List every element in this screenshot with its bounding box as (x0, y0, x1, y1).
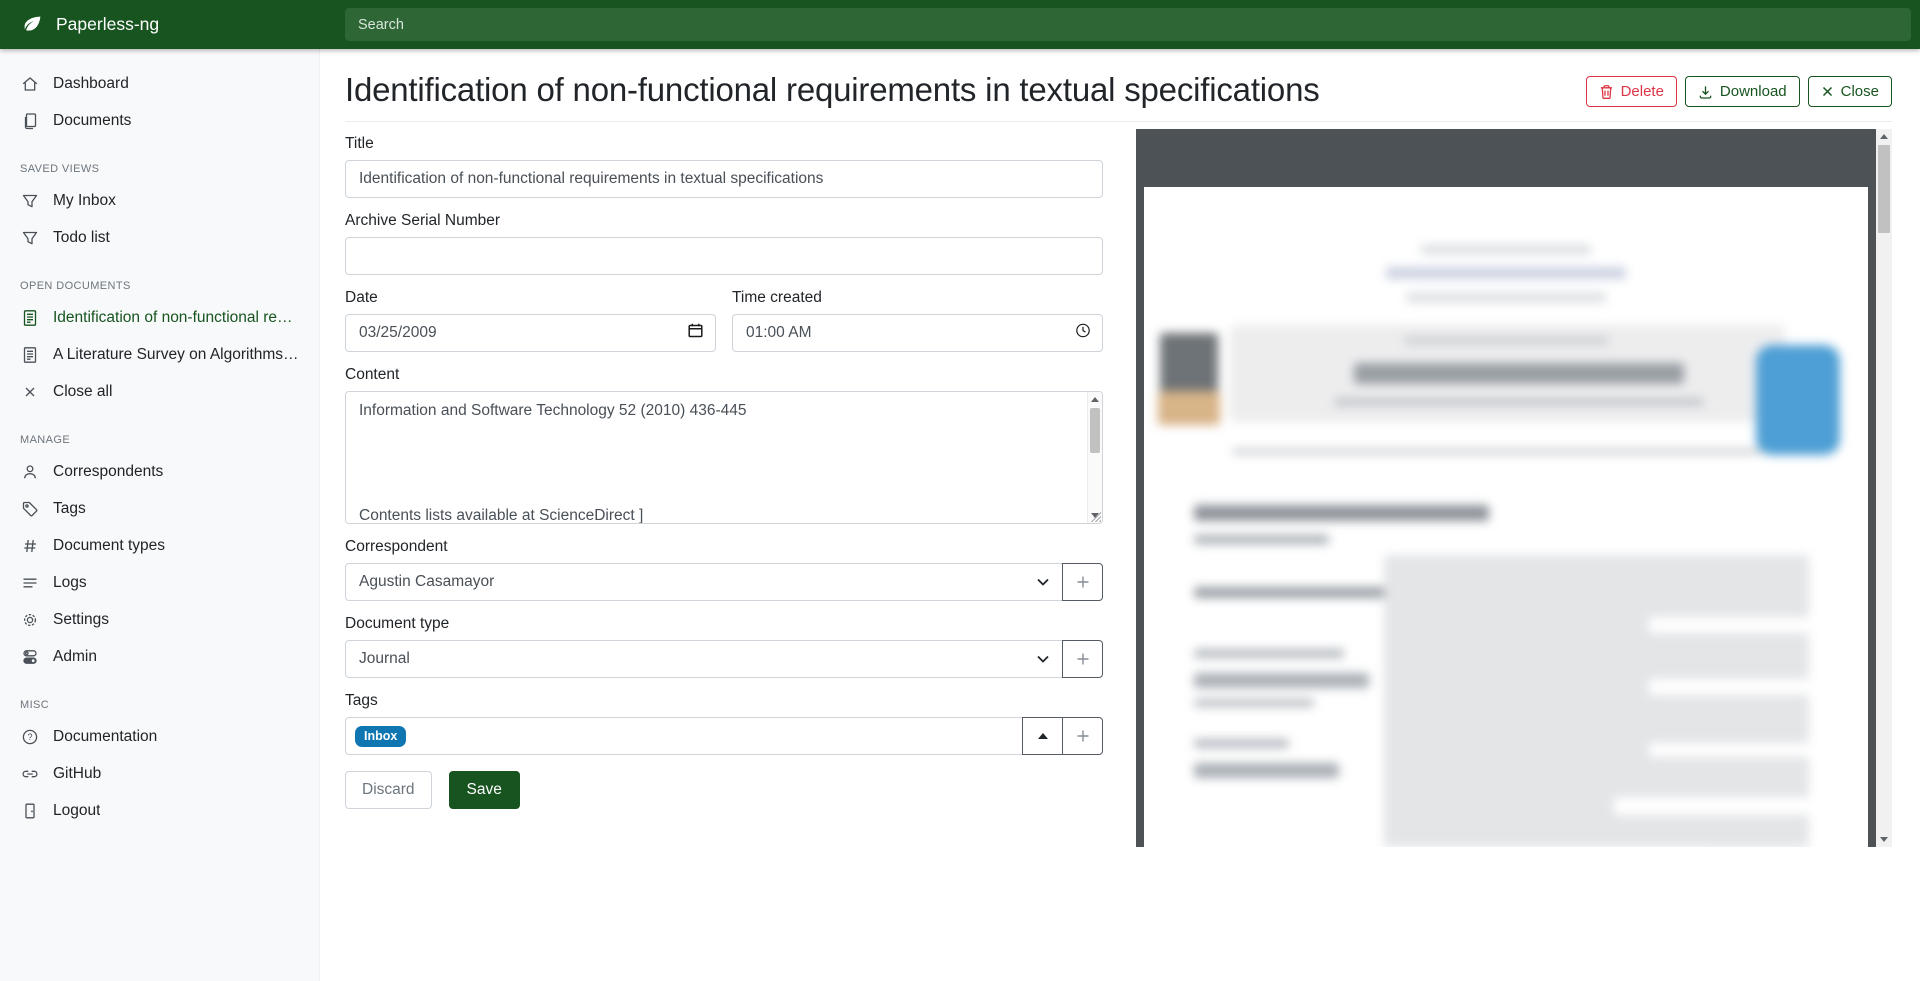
add-tag-button[interactable] (1062, 717, 1103, 755)
download-icon (1698, 84, 1713, 100)
delete-button[interactable]: Delete (1586, 76, 1677, 107)
asn-label: Archive Serial Number (345, 212, 1103, 230)
top-navbar: Paperless-ng (0, 0, 1920, 49)
calendar-icon[interactable] (687, 322, 704, 344)
correspondent-select[interactable]: Agustin Casamayor (345, 563, 1063, 601)
sidebar-item-close-all[interactable]: Close all (0, 373, 319, 410)
person-icon (20, 462, 40, 482)
sidebar-item-documentation[interactable]: ? Documentation (0, 718, 319, 755)
main-content: Identification of non-functional require… (320, 49, 1920, 981)
document-edit-form: Title Archive Serial Number Date (345, 135, 1103, 809)
search-bar (320, 0, 1920, 49)
sidebar-item-settings[interactable]: Settings (0, 601, 319, 638)
sidebar-open-doc-1[interactable]: Identification of non-functional require… (0, 299, 319, 336)
textarea-scrollbar[interactable] (1087, 392, 1102, 523)
question-circle-icon: ? (20, 727, 40, 747)
blurred-document-content (1144, 187, 1868, 847)
collapse-tags-button[interactable] (1022, 717, 1063, 755)
close-icon (1821, 85, 1834, 98)
resize-grip[interactable] (1091, 512, 1101, 522)
search-input[interactable] (345, 8, 1911, 41)
download-button[interactable]: Download (1685, 76, 1800, 107)
scroll-up-icon[interactable] (1876, 130, 1892, 143)
title-label: Title (345, 135, 1103, 153)
scroll-down-icon[interactable] (1876, 833, 1892, 846)
pdf-viewer[interactable] (1136, 129, 1876, 847)
gear-icon (20, 610, 40, 630)
scrollbar-thumb[interactable] (1878, 145, 1890, 233)
file-text-icon (20, 308, 40, 328)
title-input[interactable] (345, 160, 1103, 198)
trash-icon (1599, 84, 1614, 100)
correspondent-label: Correspondent (345, 538, 1103, 556)
scrollbar-thumb[interactable] (1090, 408, 1100, 453)
scroll-up-icon[interactable] (1088, 393, 1102, 406)
file-text-icon (20, 345, 40, 365)
sidebar-item-tags[interactable]: Tags (0, 490, 319, 527)
clock-icon[interactable] (1075, 323, 1091, 344)
documents-icon (20, 111, 40, 131)
brand[interactable]: Paperless-ng (0, 0, 320, 49)
sidebar-item-todo-list[interactable]: Todo list (0, 219, 319, 256)
time-label: Time created (732, 289, 1103, 307)
document-type-label: Document type (345, 615, 1103, 633)
document-type-select[interactable]: Journal (345, 640, 1063, 678)
hash-icon (20, 536, 40, 556)
list-lines-icon (20, 573, 40, 593)
section-manage: MANAGE (20, 434, 299, 447)
chevron-down-icon (1037, 573, 1049, 591)
filter-icon (20, 191, 40, 211)
preview-scrollbar[interactable] (1876, 129, 1892, 847)
section-misc: MISC (20, 699, 299, 712)
tag-icon (20, 499, 40, 519)
link-icon (20, 764, 40, 784)
home-icon (20, 74, 40, 94)
content-label: Content (345, 366, 1103, 384)
sidebar-open-doc-2[interactable]: A Literature Survey on Algorithms for Mu… (0, 336, 319, 373)
brand-name: Paperless-ng (56, 14, 159, 35)
tags-label: Tags (345, 692, 1103, 710)
date-label: Date (345, 289, 716, 307)
content-textarea[interactable]: Information and Software Technology 52 (… (345, 391, 1103, 524)
page-title: Identification of non-functional require… (345, 71, 1320, 109)
sidebar-item-admin[interactable]: Admin (0, 638, 319, 675)
leaf-icon (22, 14, 43, 35)
door-icon (20, 801, 40, 821)
caret-up-icon (1038, 733, 1048, 739)
discard-button[interactable]: Discard (345, 771, 432, 809)
asn-input[interactable] (345, 237, 1103, 275)
pdf-page (1144, 187, 1868, 847)
sidebar-item-documents[interactable]: Documents (0, 102, 319, 139)
document-preview (1136, 129, 1892, 847)
tag-inbox[interactable]: Inbox (355, 726, 406, 747)
close-button[interactable]: Close (1808, 76, 1892, 107)
sidebar: Dashboard Documents SAVED VIEWS My Inbox… (0, 49, 320, 981)
add-document-type-button[interactable] (1062, 640, 1103, 678)
sidebar-item-correspondents[interactable]: Correspondents (0, 453, 319, 490)
close-icon (20, 382, 40, 402)
section-saved-views: SAVED VIEWS (20, 163, 299, 176)
time-input[interactable] (732, 314, 1103, 352)
sidebar-item-my-inbox[interactable]: My Inbox (0, 182, 319, 219)
save-button[interactable]: Save (449, 771, 520, 809)
document-actions: Delete Download Close (1586, 76, 1892, 107)
filter-icon (20, 228, 40, 248)
sidebar-item-dashboard[interactable]: Dashboard (0, 65, 319, 102)
add-correspondent-button[interactable] (1062, 563, 1103, 601)
svg-text:?: ? (27, 732, 32, 742)
date-input[interactable] (345, 314, 716, 352)
tags-input[interactable]: Inbox (345, 717, 1023, 755)
toggles-icon (20, 647, 40, 667)
section-open-documents: OPEN DOCUMENTS (20, 280, 299, 293)
chevron-down-icon (1037, 650, 1049, 668)
sidebar-item-document-types[interactable]: Document types (0, 527, 319, 564)
sidebar-item-logs[interactable]: Logs (0, 564, 319, 601)
sidebar-item-github[interactable]: GitHub (0, 755, 319, 792)
header-divider (345, 121, 1892, 122)
sidebar-item-logout[interactable]: Logout (0, 792, 319, 829)
